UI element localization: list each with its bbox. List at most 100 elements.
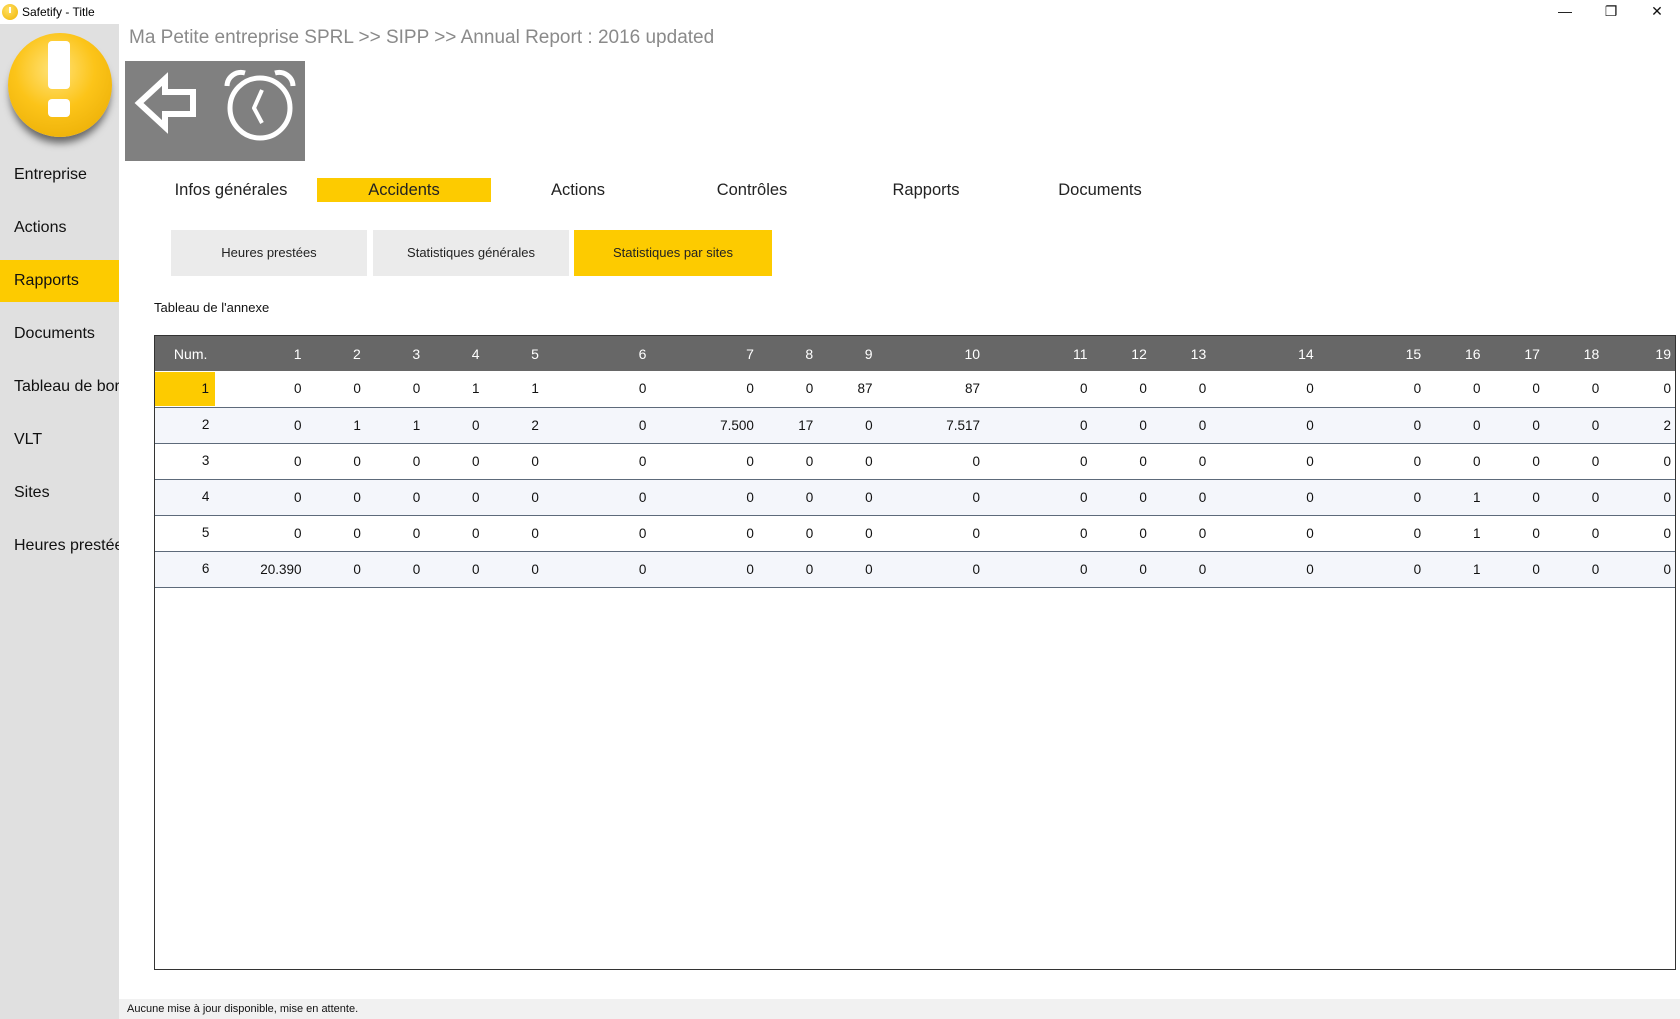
timer-button[interactable] xyxy=(215,61,305,161)
table-cell[interactable]: 0 xyxy=(215,479,307,515)
table-cell[interactable]: 0 xyxy=(1546,479,1605,515)
table-row[interactable]: 6 20.390 0 0 0 0 0 0 0 0 0 0 0 0 0 0 1 0 0 0 xyxy=(155,551,1675,587)
table-cell[interactable]: 0 xyxy=(1153,443,1212,479)
tab-actions[interactable]: Actions xyxy=(491,178,665,202)
table-row[interactable]: 40000000000000001000 xyxy=(155,479,1675,515)
table-cell[interactable]: 0 xyxy=(1212,407,1319,443)
table-cell[interactable]: 0 xyxy=(1487,407,1546,443)
table-row[interactable]: 30000000000000000000 xyxy=(155,443,1675,479)
minimize-button[interactable]: — xyxy=(1542,0,1588,24)
subtab-statistiques-generales[interactable]: Statistiques générales xyxy=(373,230,569,276)
table-cell[interactable]: 0 xyxy=(879,515,986,551)
table-cell[interactable]: 0 xyxy=(545,551,652,587)
sidebar-item-sites[interactable]: Sites xyxy=(0,472,119,514)
column-header[interactable]: 5 xyxy=(486,336,545,371)
table-cell[interactable]: 1 xyxy=(307,407,366,443)
table-cell[interactable]: 0 xyxy=(1320,479,1427,515)
table-cell[interactable]: 0 xyxy=(215,371,307,407)
table-cell[interactable]: 0 xyxy=(1487,479,1546,515)
table-cell[interactable]: 0 xyxy=(307,443,366,479)
column-header[interactable]: 9 xyxy=(819,336,878,371)
table-cell[interactable]: 0 xyxy=(760,371,819,407)
table-cell[interactable]: 0 xyxy=(1153,371,1212,407)
column-header[interactable]: 18 xyxy=(1546,336,1605,371)
table-cell[interactable]: 1 xyxy=(1427,479,1486,515)
table-cell[interactable]: 0 xyxy=(545,479,652,515)
table-cell[interactable]: 0 xyxy=(215,407,307,443)
table-cell[interactable]: 0 xyxy=(1427,371,1486,407)
table-cell[interactable]: 7.517 xyxy=(879,407,986,443)
sidebar-item-vlt[interactable]: VLT xyxy=(0,419,119,461)
table-cell[interactable]: 0 xyxy=(1153,479,1212,515)
back-button[interactable] xyxy=(125,61,215,161)
table-cell[interactable]: 0 xyxy=(545,443,652,479)
table-cell[interactable]: 0 xyxy=(1212,371,1319,407)
table-cell[interactable]: 0 xyxy=(1605,479,1675,515)
column-header[interactable]: 1 xyxy=(215,336,307,371)
table-cell[interactable]: 2 xyxy=(1605,407,1675,443)
sidebar-item-heures-prestees[interactable]: Heures prestées xyxy=(0,525,119,567)
table-cell[interactable]: 0 xyxy=(486,479,545,515)
row-number-cell[interactable]: 5 xyxy=(155,515,215,551)
table-cell[interactable]: 0 xyxy=(426,443,485,479)
table-cell[interactable]: 0 xyxy=(1546,515,1605,551)
table-cell[interactable]: 0 xyxy=(652,515,759,551)
table-cell[interactable]: 0 xyxy=(1546,371,1605,407)
table-row[interactable]: 2 0 1 1 0 2 0 7.500 17 0 7.517 0 0 0 0 0 0 0 0 2 xyxy=(155,407,1675,443)
table-cell[interactable]: 0 xyxy=(986,443,1093,479)
table-cell[interactable]: 0 xyxy=(215,443,307,479)
table-cell[interactable]: 0 xyxy=(1153,551,1212,587)
table-cell[interactable]: 0 xyxy=(215,515,307,551)
table-cell[interactable]: 0 xyxy=(426,407,485,443)
table-cell[interactable]: 1 xyxy=(1427,515,1486,551)
table-cell[interactable]: 0 xyxy=(307,551,366,587)
column-header[interactable]: Num. xyxy=(155,336,215,371)
column-header[interactable]: 8 xyxy=(760,336,819,371)
table-cell[interactable]: 0 xyxy=(879,551,986,587)
table-cell[interactable]: 0 xyxy=(819,407,878,443)
table-cell[interactable]: 87 xyxy=(819,371,878,407)
table-cell[interactable]: 2 xyxy=(486,407,545,443)
table-cell[interactable]: 20.390 xyxy=(215,551,307,587)
row-number-cell[interactable]: 6 xyxy=(155,551,215,587)
table-cell[interactable]: 0 xyxy=(1094,443,1153,479)
table-cell[interactable]: 0 xyxy=(307,479,366,515)
column-header[interactable]: 10 xyxy=(879,336,986,371)
table-cell[interactable]: 0 xyxy=(426,515,485,551)
table-cell[interactable]: 0 xyxy=(652,443,759,479)
table-cell[interactable]: 0 xyxy=(1605,443,1675,479)
table-cell[interactable]: 0 xyxy=(367,479,426,515)
column-header[interactable]: 2 xyxy=(307,336,366,371)
table-cell[interactable]: 0 xyxy=(1427,407,1486,443)
table-cell[interactable]: 0 xyxy=(1153,515,1212,551)
sidebar-item-rapports[interactable]: Rapports xyxy=(0,260,119,302)
table-cell[interactable]: 17 xyxy=(760,407,819,443)
table-cell[interactable]: 1 xyxy=(1427,551,1486,587)
table-cell[interactable]: 0 xyxy=(986,479,1093,515)
table-cell[interactable]: 0 xyxy=(760,443,819,479)
table-cell[interactable]: 7.500 xyxy=(652,407,759,443)
table-cell[interactable]: 0 xyxy=(1212,515,1319,551)
table-cell[interactable]: 0 xyxy=(819,551,878,587)
column-header[interactable]: 7 xyxy=(652,336,759,371)
column-header[interactable]: 16 xyxy=(1427,336,1486,371)
column-header[interactable]: 17 xyxy=(1487,336,1546,371)
tab-rapports[interactable]: Rapports xyxy=(839,178,1013,202)
restore-button[interactable]: ❐ xyxy=(1588,0,1634,24)
subtab-statistiques-par-sites[interactable]: Statistiques par sites xyxy=(574,230,772,276)
close-button[interactable]: ✕ xyxy=(1634,0,1680,24)
tab-infos-generales[interactable]: Infos générales xyxy=(146,178,316,202)
table-cell[interactable]: 0 xyxy=(307,515,366,551)
column-header[interactable]: 14 xyxy=(1212,336,1319,371)
row-number-cell[interactable]: 3 xyxy=(155,443,215,479)
row-number-cell[interactable]: 1 xyxy=(155,371,215,407)
column-header[interactable]: 15 xyxy=(1320,336,1427,371)
sidebar-item-documents[interactable]: Documents xyxy=(0,313,119,355)
table-cell[interactable]: 0 xyxy=(1094,551,1153,587)
table-cell[interactable]: 0 xyxy=(1212,443,1319,479)
table-cell[interactable]: 0 xyxy=(1487,551,1546,587)
table-cell[interactable]: 0 xyxy=(879,479,986,515)
table-cell[interactable]: 0 xyxy=(986,551,1093,587)
column-header[interactable]: 13 xyxy=(1153,336,1212,371)
annex-table[interactable]: Num. 1 2 3 4 5 6 7 8 9 10 11 12 13 14 15… xyxy=(154,335,1676,970)
